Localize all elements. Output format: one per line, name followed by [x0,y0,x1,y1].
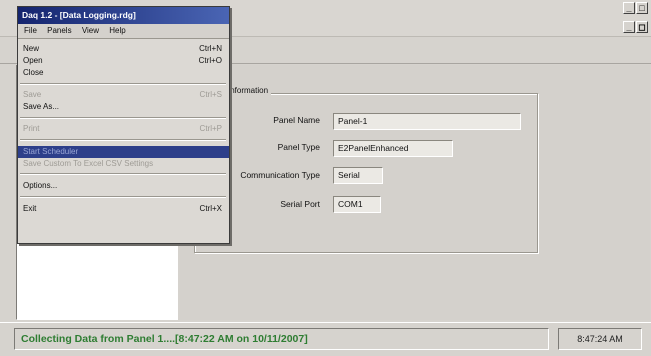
panel-name-field[interactable]: Panel-1 [333,113,521,130]
menu-separator [20,139,226,141]
menu-item-close[interactable]: Close [18,67,229,79]
status-message: Collecting Data from Panel 1....[8:47:22… [14,328,549,350]
menu-separator [20,173,226,175]
menu-item-save[interactable]: Save Ctrl+S [18,89,229,101]
restore-button[interactable]: □ [636,2,648,14]
app-window-controls: _ □ [623,2,649,16]
menu-item-options[interactable]: Options... [18,180,229,192]
menu-item-save-shortcut: Ctrl+S [199,90,222,99]
doc-restore-button[interactable]: ◻ [636,21,648,33]
file-menu-window: Daq 1.2 - [Data Logging.rdg] File Panels… [17,6,230,244]
menu-view[interactable]: View [78,24,103,38]
menu-item-print[interactable]: Print Ctrl+P [18,123,229,135]
menu-item-close-label: Close [23,68,44,77]
serial-port-field[interactable]: COM1 [333,196,381,213]
minimize-button[interactable]: _ [623,2,635,14]
menu-panels[interactable]: Panels [43,24,75,38]
menu-separator [20,117,226,119]
doc-minimize-button[interactable]: _ [623,21,635,33]
menubar: File Panels View Help [18,24,229,38]
menu-item-start-scheduler[interactable]: Start Scheduler [18,146,229,158]
document-window-controls: _ ◻ [623,21,649,35]
menu-item-exit-label: Exit [23,204,37,213]
menu-item-options-label: Options... [23,181,58,190]
menu-item-open[interactable]: Open Ctrl+O [18,55,229,67]
menu-item-save-as[interactable]: Save As... [18,101,229,113]
menu-item-new[interactable]: New Ctrl+N [18,43,229,55]
menu-item-print-shortcut: Ctrl+P [199,124,222,133]
menu-item-exit-shortcut: Ctrl+X [199,204,222,213]
menu-item-save-label: Save [23,90,42,99]
menu-item-open-shortcut: Ctrl+O [198,56,222,65]
menu-item-new-shortcut: Ctrl+N [199,44,222,53]
menu-separator [20,83,226,85]
menu-item-exit[interactable]: Exit Ctrl+X [18,203,229,215]
menu-item-open-label: Open [23,56,43,65]
file-menu-dropdown: New Ctrl+N Open Ctrl+O Close Save Ctrl+S… [18,38,229,243]
menu-item-save-as-label: Save As... [23,102,60,111]
menu-item-start-scheduler-label: Start Scheduler [23,147,79,156]
menu-help[interactable]: Help [105,24,129,38]
panel-type-field[interactable]: E2PanelEnhanced [333,140,453,157]
window-title: Daq 1.2 - [Data Logging.rdg] [18,7,229,24]
menu-separator [20,196,226,198]
menu-file[interactable]: File [20,24,41,38]
information-group-title: Information [225,86,272,95]
menu-item-new-label: New [23,44,40,53]
menu-item-save-custom-label: Save Custom To Excel CSV Settings [23,159,154,168]
communication-type-field[interactable]: Serial [333,167,383,184]
status-clock: 8:47:24 AM [558,328,642,350]
menu-item-print-label: Print [23,124,40,133]
menu-item-save-custom[interactable]: Save Custom To Excel CSV Settings [18,158,229,170]
